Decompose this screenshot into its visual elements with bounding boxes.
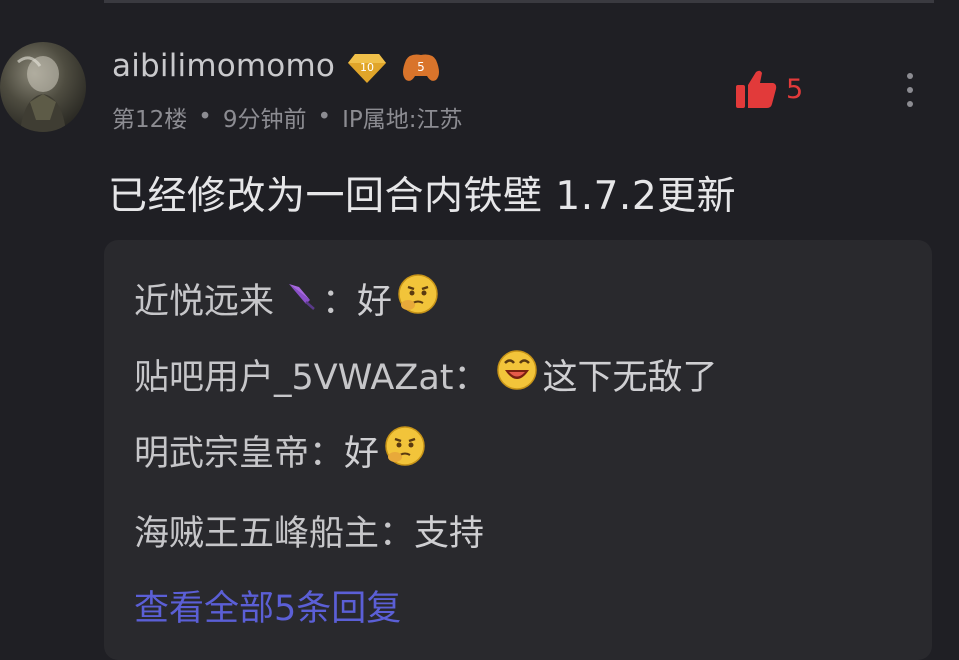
reply-separator: ： bbox=[309, 434, 345, 474]
laughing-emoji bbox=[495, 348, 539, 401]
reply-item[interactable]: 贴吧用户_5VWAZat ： 这下无敌了 bbox=[134, 348, 718, 401]
post-time: 9分钟前 bbox=[222, 107, 307, 133]
reply-author[interactable]: 近悦远来 bbox=[134, 273, 274, 324]
reply-author[interactable]: 贴吧用户_5VWAZat bbox=[134, 349, 454, 400]
reply-item[interactable]: 明武宗皇帝 ： 好 bbox=[134, 424, 427, 477]
view-all-replies-link[interactable]: 查看全部5条回复 bbox=[134, 580, 401, 631]
reply-separator: ： bbox=[453, 358, 489, 398]
top-divider bbox=[104, 0, 934, 3]
ip-location: IP属地:江苏 bbox=[342, 107, 463, 133]
reply-separator: ： bbox=[379, 514, 415, 554]
reply-text: 支持 bbox=[414, 514, 485, 554]
avatar-image bbox=[17, 56, 66, 132]
meta-separator: • bbox=[198, 104, 212, 130]
gamepad-badge-icon[interactable]: 5 bbox=[400, 50, 442, 84]
comment-text: 已经修改为一回合内铁壁 1.7.2更新 bbox=[108, 174, 737, 219]
reply-author[interactable]: 海贼王五峰船主 bbox=[134, 505, 379, 556]
like-button[interactable]: 5 bbox=[734, 68, 803, 110]
more-vertical-icon[interactable] bbox=[898, 70, 922, 110]
reply-text: 这下无敌了 bbox=[542, 358, 718, 398]
floor-number: 第12楼 bbox=[112, 107, 188, 133]
user-avatar[interactable] bbox=[0, 42, 86, 132]
reply-separator: ： bbox=[322, 282, 358, 322]
reply-text: 好 bbox=[357, 282, 393, 322]
umbrella-icon bbox=[284, 277, 318, 320]
comment-meta: 第12楼 • 9分钟前 • IP属地:江苏 bbox=[112, 100, 462, 134]
reply-item[interactable]: 近悦远来 ： 好 bbox=[134, 272, 440, 325]
thumbs-up-icon bbox=[736, 70, 777, 108]
thinking-emoji bbox=[383, 424, 427, 477]
meta-separator: • bbox=[317, 104, 332, 130]
reply-text: 好 bbox=[344, 434, 380, 474]
thinking-emoji bbox=[396, 272, 440, 325]
like-count: 5 bbox=[786, 73, 804, 105]
fan-badge-text: 5 bbox=[417, 60, 425, 74]
level-badge-text: 10 bbox=[360, 61, 374, 74]
username[interactable]: aibilimomomo bbox=[112, 48, 335, 84]
reply-author[interactable]: 明武宗皇帝 bbox=[134, 425, 309, 476]
reply-item[interactable]: 海贼王五峰船主 ： 支持 bbox=[134, 505, 484, 556]
level-badge-icon[interactable]: 10 bbox=[347, 52, 387, 84]
